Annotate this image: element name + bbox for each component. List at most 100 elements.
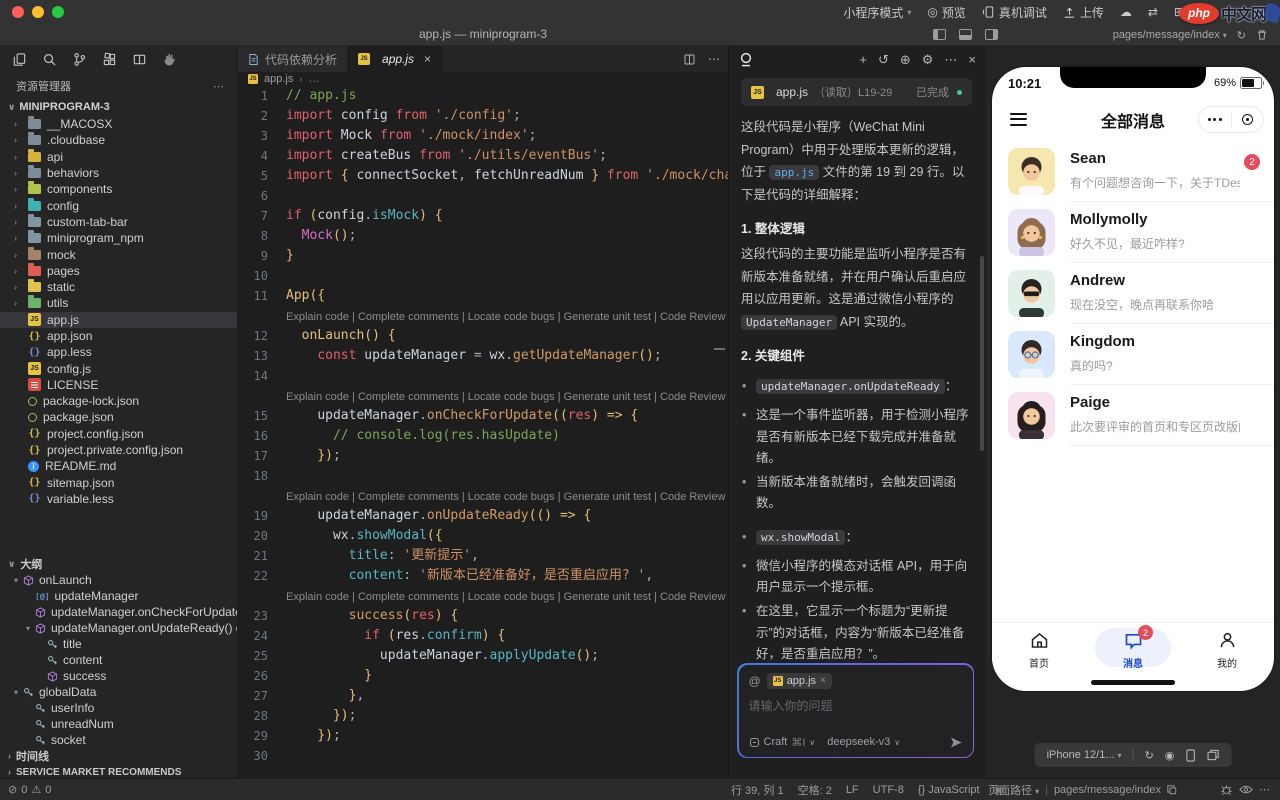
eol-sequence[interactable]: LF	[846, 784, 859, 796]
mention-icon[interactable]: @	[749, 674, 761, 688]
tree-folder-.cloudbase[interactable]: ›.cloudbase	[0, 132, 237, 148]
outline-item-onLaunch[interactable]: ▾onLaunch	[0, 572, 237, 588]
context-chip[interactable]: JS app.js ×	[767, 673, 832, 689]
vconsole-debug-icon[interactable]	[1220, 784, 1233, 796]
tree-file-package.json[interactable]: package.json	[0, 409, 237, 425]
editor-layout-icon[interactable]	[132, 52, 147, 67]
more-icon[interactable]: ⋯	[944, 53, 957, 66]
tree-folder-mock[interactable]: ›mock	[0, 246, 237, 262]
tree-folder-__MACOSX[interactable]: ›__MACOSX	[0, 116, 237, 132]
outline-item-socket[interactable]: socket	[0, 732, 237, 748]
context-card[interactable]: JS app.js （读取）L19-29 已完成	[741, 78, 972, 106]
source-control-icon[interactable]	[72, 52, 87, 67]
gear-icon[interactable]: ⚙	[922, 53, 934, 66]
page-path-value[interactable]: pages/message/index	[1054, 784, 1161, 796]
tab-首页[interactable]: 首页	[992, 623, 1086, 673]
model-select[interactable]: deepseek-v3 ∨	[827, 736, 900, 748]
capsule-more-button[interactable]	[1199, 118, 1231, 121]
device-frame-button[interactable]	[1185, 749, 1195, 762]
tree-folder-miniprogram_npm[interactable]: ›miniprogram_npm	[0, 230, 237, 246]
clear-cache-button[interactable]	[1256, 29, 1268, 41]
timeline-header[interactable]: › 时间线	[0, 748, 237, 764]
codelens-actions[interactable]: Explain code | Complete comments | Locat…	[238, 306, 728, 326]
project-root[interactable]: ∨ MINIPROGRAM-3	[0, 98, 237, 116]
craft-mode-select[interactable]: Craft ⌘I ∨	[749, 736, 816, 749]
refresh-button[interactable]: ↻	[1237, 29, 1246, 42]
hand-tool-icon[interactable]	[162, 52, 177, 67]
outline-item-content[interactable]: content	[0, 652, 237, 668]
rotate-refresh-button[interactable]: ↻	[1145, 749, 1154, 762]
encoding[interactable]: UTF-8	[873, 784, 904, 796]
outline-header[interactable]: ∨ 大纲	[0, 556, 237, 572]
tree-folder-config[interactable]: ›config	[0, 197, 237, 213]
explorer-more-icon[interactable]: ⋯	[213, 80, 225, 93]
eye-icon[interactable]	[1239, 784, 1253, 795]
outline-item-success[interactable]: success	[0, 668, 237, 684]
tree-file-config.js[interactable]: JSconfig.js	[0, 360, 237, 376]
tree-folder-static[interactable]: ›static	[0, 279, 237, 295]
mode-select[interactable]: 小程序模式▾	[843, 4, 911, 21]
history-icon[interactable]: ↺	[878, 53, 889, 66]
explorer-icon[interactable]	[12, 52, 27, 67]
cursor-position[interactable]: 行 39, 列 1	[731, 782, 784, 798]
upload-button[interactable]: 上传	[1063, 4, 1104, 21]
breadcrumb[interactable]: JS app.js › …	[238, 72, 728, 86]
extensions-icon[interactable]	[102, 52, 117, 67]
tree-file-app.less[interactable]: {}app.less	[0, 344, 237, 360]
tree-file-project.private.config.json[interactable]: {}project.private.config.json	[0, 442, 237, 458]
tree-file-README.md[interactable]: iREADME.md	[0, 458, 237, 474]
send-icon[interactable]	[949, 736, 963, 749]
minimize-window-button[interactable]	[32, 6, 44, 18]
tree-folder-api[interactable]: ›api	[0, 149, 237, 165]
outline-item-title[interactable]: title	[0, 636, 237, 652]
outline-item-unreadNum[interactable]: unreadNum	[0, 716, 237, 732]
new-chat-icon[interactable]: +	[859, 53, 867, 66]
multi-window-button[interactable]	[1206, 749, 1219, 761]
device-select[interactable]: iPhone 12/1... ▾	[1047, 749, 1122, 761]
close-tab-icon[interactable]: ×	[424, 52, 431, 66]
tab-我的[interactable]: 我的	[1180, 623, 1274, 673]
tab-消息[interactable]: 消息2	[1086, 623, 1180, 673]
tree-folder-behaviors[interactable]: ›behaviors	[0, 165, 237, 181]
page-path-label[interactable]: 页面路径 ▾	[988, 782, 1039, 798]
message-item-Mollymolly[interactable]: Mollymolly好久不见，最近咋样?	[992, 202, 1274, 263]
outline-item-userInfo[interactable]: userInfo	[0, 700, 237, 716]
tree-folder-pages[interactable]: ›pages	[0, 263, 237, 279]
close-panel-icon[interactable]: ×	[968, 53, 976, 66]
tree-folder-components[interactable]: ›components	[0, 181, 237, 197]
tree-folder-utils[interactable]: ›utils	[0, 295, 237, 311]
toggle-sidebar-button[interactable]	[933, 29, 946, 40]
preview-button[interactable]: ◎ 预览	[927, 4, 966, 21]
tree-folder-custom-tab-bar[interactable]: ›custom-tab-bar	[0, 214, 237, 230]
cloud-button[interactable]: ☁	[1120, 5, 1132, 19]
remove-context-icon[interactable]: ×	[820, 675, 826, 686]
copy-icon[interactable]	[1167, 785, 1177, 795]
code-area[interactable]: 1// app.js2import config from './config'…	[238, 86, 728, 766]
tree-file-project.config.json[interactable]: {}project.config.json	[0, 426, 237, 442]
message-item-Sean[interactable]: Sean有个问题想咨询一下，关于TDesign组件…2	[992, 141, 1274, 202]
tab-app-js[interactable]: JS app.js ×	[348, 46, 442, 72]
page-path-select[interactable]: pages/message/index ▾	[1113, 29, 1227, 41]
outline-item-globalData[interactable]: ▾globalData	[0, 684, 237, 700]
message-item-Paige[interactable]: Paige此次要评审的首页和专区页改版的交互方案	[992, 385, 1274, 446]
tree-file-app.js[interactable]: JSapp.js	[0, 312, 237, 328]
indentation[interactable]: 空格: 2	[798, 782, 832, 798]
locate-icon[interactable]: ⊕	[900, 53, 911, 66]
ai-input-inner[interactable]: @ JS app.js × 请输入你的问题 Craft ⌘I	[739, 665, 973, 757]
tree-file-package-lock.json[interactable]: package-lock.json	[0, 393, 237, 409]
status-more-icon[interactable]: ⋯	[1259, 783, 1270, 796]
maximize-window-button[interactable]	[52, 6, 64, 18]
message-item-Kingdom[interactable]: Kingdom真的吗?	[992, 324, 1274, 385]
tree-file-sitemap.json[interactable]: {}sitemap.json	[0, 475, 237, 491]
toggle-panel-button[interactable]	[959, 29, 972, 40]
problems-status[interactable]: ⊘ 0 ⚠ 0	[8, 779, 51, 800]
capsule-exit-button[interactable]	[1232, 114, 1264, 125]
tab-code-dependency[interactable]: 代码依赖分析	[238, 46, 348, 72]
outline-item-updateManager-onCheckForUpdate-call-[interactable]: updateManager.onCheckForUpdate() call...	[0, 604, 237, 620]
search-icon[interactable]	[42, 52, 57, 67]
editor-more-icon[interactable]: ⋯	[708, 52, 720, 66]
tree-file-variable.less[interactable]: {}variable.less	[0, 491, 237, 507]
message-item-Andrew[interactable]: Andrew现在没空，晚点再联系你哈	[992, 263, 1274, 324]
tree-file-LICENSE[interactable]: LICENSE	[0, 377, 237, 393]
close-window-button[interactable]	[12, 6, 24, 18]
